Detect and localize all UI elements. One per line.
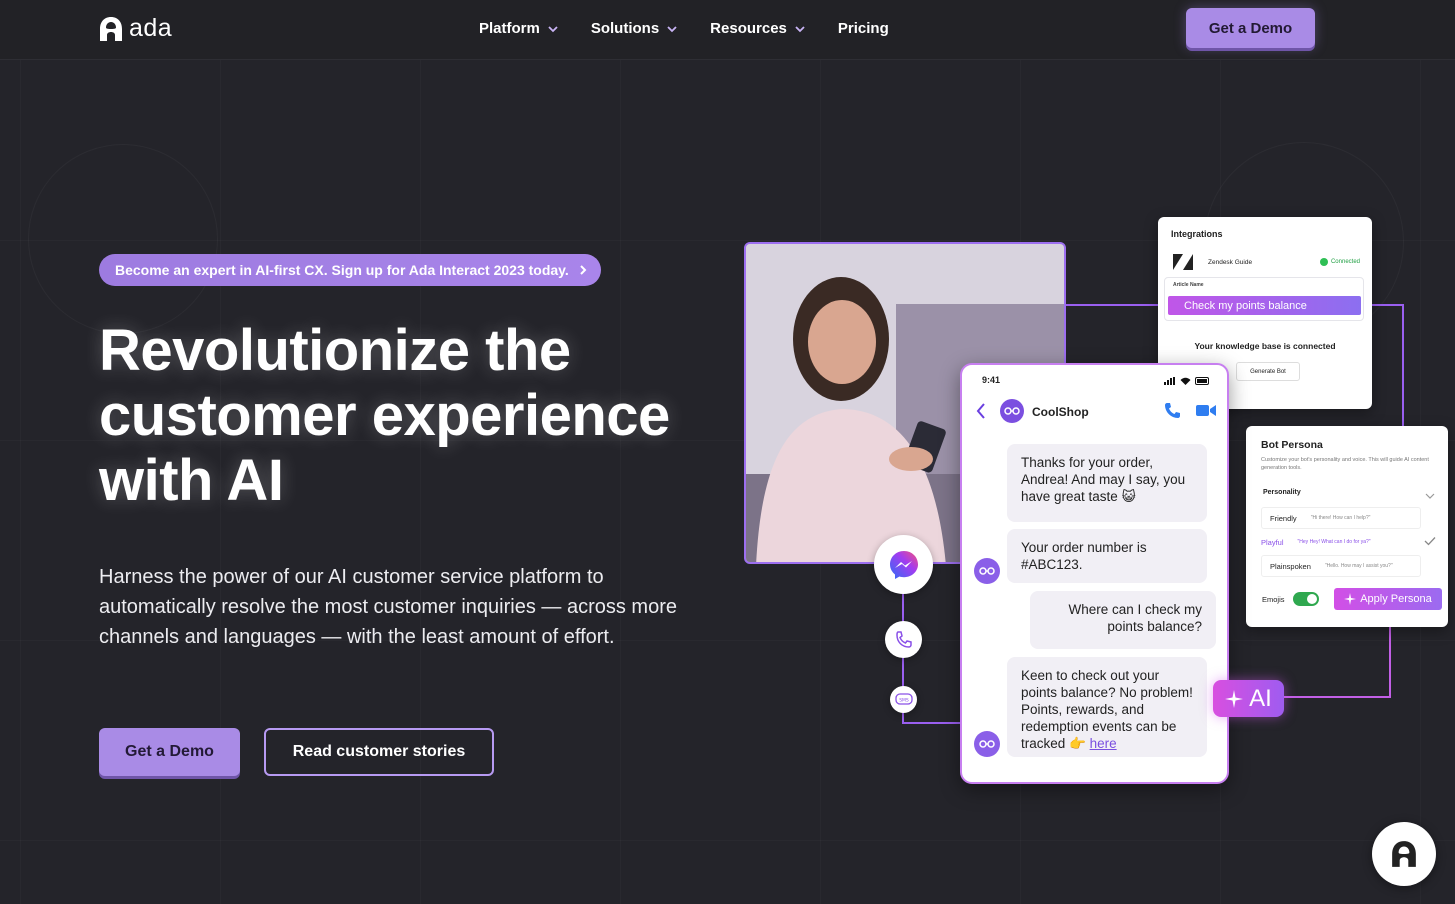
check-circle-icon <box>1319 258 1328 266</box>
integration-name: Zendesk Guide <box>1208 258 1253 266</box>
nav-link-label: Solutions <box>590 20 660 37</box>
ada-logo[interactable]: ada <box>99 14 172 43</box>
chevron-down-icon <box>667 25 677 32</box>
glasses-icon <box>979 740 995 748</box>
nav-link-label: Pricing <box>837 20 889 37</box>
emojis-toggle[interactable] <box>1292 592 1319 606</box>
here-link[interactable]: here <box>1090 736 1117 751</box>
connected-badge: Connected <box>1319 258 1360 266</box>
messenger-icon <box>889 550 918 579</box>
video-call-icon[interactable] <box>1196 404 1216 417</box>
persona-title: Bot Persona <box>1261 439 1323 451</box>
chat-launcher-button[interactable] <box>1372 822 1436 886</box>
shop-avatar <box>1000 399 1024 423</box>
check-icon <box>1424 537 1436 546</box>
chat-bubble-bot: Keen to check out your points balance? N… <box>1007 657 1207 757</box>
chat-bubble-bot: Thanks for your order, Andrea! And may I… <box>1007 444 1207 522</box>
bot-avatar <box>974 558 1000 584</box>
persona-option-sample: "Hey Hey! What can I do for ya?" <box>1297 539 1371 545</box>
sparkle-icon <box>1344 593 1357 605</box>
shop-name: CoolShop <box>1032 405 1089 419</box>
chevron-down-icon <box>548 25 558 32</box>
status-time: 9:41 <box>982 375 1001 385</box>
chevron-down-icon <box>1425 493 1435 499</box>
wifi-icon <box>1180 377 1191 385</box>
nav-link-pricing[interactable]: Pricing <box>838 20 889 37</box>
ai-badge: AI <box>1213 680 1284 717</box>
read-customer-stories-button[interactable]: Read customer stories <box>264 728 494 776</box>
persona-option-playful[interactable]: Playful "Hey Hey! What can I do for ya?" <box>1261 531 1421 553</box>
status-icons <box>1164 377 1211 385</box>
nav-links: Platform Solutions Resources Pricing <box>479 0 921 57</box>
logo-text: ada <box>129 14 173 42</box>
persona-description: Customize your bot's personality and voi… <box>1261 457 1429 471</box>
nav-link-resources[interactable]: Resources <box>710 20 806 37</box>
persona-option-name: Plainspoken <box>1270 561 1311 571</box>
persona-option-name: Playful <box>1261 537 1284 547</box>
ada-logo-icon <box>100 16 122 41</box>
kb-connected-text: Your knowledge base is connected <box>1194 341 1336 351</box>
persona-option-friendly[interactable]: Friendly "Hi there! How can I help?" <box>1261 507 1421 529</box>
sms-label: SMS <box>899 697 909 703</box>
persona-option-sample: "Hello. How may I assist you?" <box>1324 563 1393 569</box>
battery-icon <box>1195 377 1209 385</box>
glasses-icon <box>979 567 995 575</box>
persona-option-name: Friendly <box>1270 513 1297 523</box>
bot-avatar <box>974 731 1000 757</box>
glasses-icon <box>1004 407 1020 415</box>
top-nav: ada Platform Solutions Resources Pricing… <box>0 0 1455 60</box>
voice-channel <box>885 621 922 658</box>
apply-persona-button[interactable]: Apply Persona <box>1334 588 1442 610</box>
hero-headline: Revolutionize the customer experience wi… <box>99 318 670 513</box>
get-demo-nav-button[interactable]: Get a Demo <box>1186 8 1315 48</box>
generate-bot-button[interactable]: Generate Bot <box>1236 362 1300 381</box>
signal-icon <box>1164 377 1175 385</box>
ada-chat-icon <box>1392 841 1416 867</box>
integrations-title: Integrations <box>1171 229 1223 239</box>
persona-option-sample: "Hi there! How can I help?" <box>1310 515 1371 521</box>
nav-link-solutions[interactable]: Solutions <box>591 20 678 37</box>
chevron-right-icon <box>580 265 587 275</box>
persona-option-plainspoken[interactable]: Plainspoken "Hello. How may I assist you… <box>1261 555 1421 577</box>
sms-channel: SMS <box>890 686 917 713</box>
phone-icon <box>895 630 912 648</box>
zendesk-icon <box>1173 254 1193 270</box>
integration-row[interactable]: Zendesk Guide Connected <box>1172 251 1360 273</box>
chat-bubble-user: Where can I check my points balance? <box>1030 591 1216 649</box>
phone-call-icon[interactable] <box>1164 402 1181 419</box>
personality-label: Personality <box>1263 489 1301 496</box>
emojis-row: Emojis <box>1262 592 1319 606</box>
get-demo-button[interactable]: Get a Demo <box>99 728 240 776</box>
ai-badge-label: AI <box>1249 684 1272 712</box>
apply-persona-label: Apply Persona <box>1360 593 1432 605</box>
article-value-highlight: Check my points balance <box>1168 296 1361 315</box>
chat-header: CoolShop <box>962 397 1227 425</box>
hero-subcopy: Harness the power of our AI customer ser… <box>99 566 677 648</box>
nav-link-platform[interactable]: Platform <box>479 20 559 37</box>
nav-link-label: Platform <box>479 20 540 37</box>
chat-bubble-bot: Your order number is #ABC123. <box>1007 529 1207 583</box>
nav-link-label: Resources <box>710 20 787 37</box>
background-circle <box>28 144 218 334</box>
phone-mockup: 9:41 CoolShop Thanks for your order, And… <box>960 363 1229 784</box>
bot-persona-card: Bot Persona Customize your bot's persona… <box>1246 426 1448 627</box>
chevron-down-icon <box>795 25 805 32</box>
article-label: Article Name <box>1173 282 1204 288</box>
sms-icon: SMS <box>894 692 913 705</box>
emojis-label: Emojis <box>1262 594 1285 604</box>
connected-status: Connected <box>1330 259 1360 265</box>
back-chevron-icon[interactable] <box>976 403 986 419</box>
announcement-pill[interactable]: Become an expert in AI-first CX. Sign up… <box>99 254 601 286</box>
sparkle-icon <box>1225 689 1244 708</box>
announcement-text: Become an expert in AI-first CX. Sign up… <box>115 262 569 278</box>
messenger-channel <box>874 535 933 594</box>
